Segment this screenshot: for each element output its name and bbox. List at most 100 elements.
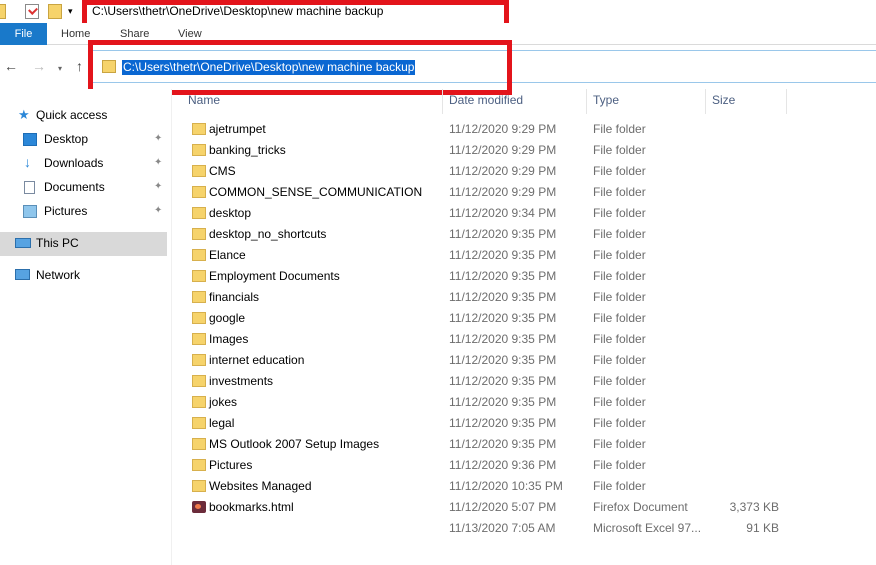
column-divider[interactable] (442, 89, 443, 114)
folder-icon (192, 459, 206, 471)
file-type: File folder (593, 311, 646, 325)
table-row[interactable]: financials 11/12/2020 9:35 PM File folder (186, 287, 786, 308)
table-row[interactable]: MS Outlook 2007 Setup Images 11/12/2020 9… (186, 434, 786, 455)
table-row[interactable]: desktop 11/12/2020 9:34 PM File folder (186, 203, 786, 224)
recent-locations-chevron-icon[interactable]: ▾ (58, 61, 62, 77)
file-name: CMS (209, 164, 236, 178)
file-date-modified: 11/12/2020 9:35 PM (449, 353, 557, 367)
table-row[interactable]: Employment Documents 11/12/2020 9:35 PM Fi… (186, 266, 786, 287)
file-name: jokes (209, 395, 238, 409)
back-arrow-icon[interactable]: ← (4, 58, 18, 74)
table-row[interactable]: 11/13/2020 7:05 AM Microsoft Excel 97... 9… (186, 518, 786, 539)
file-date-modified: 11/12/2020 9:35 PM (449, 227, 557, 241)
annotation-red-box-address (88, 40, 512, 95)
quick-access-toolbar-dropdown-icon[interactable]: ▾ (68, 6, 73, 16)
folder-icon[interactable] (0, 4, 6, 19)
file-date-modified: 11/12/2020 9:35 PM (449, 311, 557, 325)
tab-file[interactable]: File (0, 23, 47, 45)
folder-icon (192, 186, 206, 198)
file-date-modified: 11/12/2020 9:29 PM (449, 143, 557, 157)
desktop-icon (23, 133, 37, 146)
sidebar-item-label: Quick access (36, 108, 108, 122)
file-name: banking_tricks (209, 143, 286, 157)
file-type: File folder (593, 290, 646, 304)
file-type: File folder (593, 269, 646, 283)
sidebar-item-quick-access[interactable]: ★ Quick access (0, 104, 167, 126)
file-type: Firefox Document (593, 500, 688, 514)
file-type: File folder (593, 143, 646, 157)
tab-view[interactable]: View (178, 27, 202, 41)
folder-icon (192, 249, 206, 261)
pin-icon: ✦ (154, 133, 163, 144)
folder-icon (192, 354, 206, 366)
column-divider[interactable] (786, 89, 787, 114)
table-row[interactable]: Websites Managed 11/12/2020 10:35 PM File … (186, 476, 786, 497)
folder-icon (192, 144, 206, 156)
table-row[interactable]: Images 11/12/2020 9:35 PM File folder (186, 329, 786, 350)
table-row[interactable]: banking_tricks 11/12/2020 9:29 PM File fol… (186, 140, 786, 161)
file-type: File folder (593, 458, 646, 472)
properties-check-icon[interactable] (25, 4, 39, 19)
column-divider[interactable] (705, 89, 706, 114)
folder-icon (192, 438, 206, 450)
sidebar-item-desktop[interactable]: Desktop ✦ (0, 128, 167, 150)
sidebar-item-pictures[interactable]: Pictures ✦ (0, 200, 167, 222)
column-header-type[interactable]: Type (593, 89, 619, 114)
file-name: financials (209, 290, 260, 304)
forward-arrow-icon[interactable]: → (32, 58, 46, 74)
file-date-modified: 11/12/2020 9:35 PM (449, 437, 557, 451)
navigation-pane: ★ Quick access Desktop ✦ ↓ Downloads ✦ D… (0, 89, 172, 565)
table-row[interactable]: ajetrumpet 11/12/2020 9:29 PM File folder (186, 119, 786, 140)
table-row[interactable]: desktop_no_shortcuts 11/12/2020 9:35 PM Fi… (186, 224, 786, 245)
table-row[interactable]: legal 11/12/2020 9:35 PM File folder (186, 413, 786, 434)
sidebar-item-label: Desktop (44, 132, 89, 146)
sidebar-item-label: This PC (36, 236, 79, 250)
file-name: Employment Documents (209, 269, 340, 283)
file-date-modified: 11/12/2020 9:29 PM (449, 122, 557, 136)
file-size: 91 KB (746, 521, 779, 535)
sidebar-item-label: Network (36, 268, 81, 282)
folder-icon (192, 165, 206, 177)
table-row[interactable]: investments 11/12/2020 9:35 PM File folder (186, 371, 786, 392)
column-header-size[interactable]: Size (712, 89, 735, 114)
sidebar-item-downloads[interactable]: ↓ Downloads ✦ (0, 152, 167, 174)
table-row[interactable]: COMMON_SENSE_COMMUNICATION 11/12/2020 9:2… (186, 182, 786, 203)
new-folder-icon[interactable] (48, 4, 62, 19)
table-row[interactable]: jokes 11/12/2020 9:35 PM File folder (186, 392, 786, 413)
file-date-modified: 11/12/2020 9:35 PM (449, 248, 557, 262)
tab-home[interactable]: Home (61, 27, 90, 41)
table-row[interactable]: Elance 11/12/2020 9:35 PM File folder (186, 245, 786, 266)
table-row[interactable]: google 11/12/2020 9:35 PM File folder (186, 308, 786, 329)
file-name: google (209, 311, 246, 325)
sidebar-item-this-pc[interactable]: This PC (0, 232, 167, 254)
tab-share[interactable]: Share (120, 27, 149, 41)
table-row[interactable]: internet education 11/12/2020 9:35 PM File… (186, 350, 786, 371)
file-name: desktop_no_shortcuts (209, 227, 327, 241)
column-divider[interactable] (586, 89, 587, 114)
folder-icon (192, 291, 206, 303)
file-name: Websites Managed (209, 479, 312, 493)
folder-icon (192, 228, 206, 240)
pin-icon: ✦ (154, 181, 163, 192)
file-type: File folder (593, 479, 646, 493)
sidebar-item-network[interactable]: Network (0, 264, 167, 286)
file-date-modified: 11/12/2020 9:29 PM (449, 185, 557, 199)
folder-icon (192, 207, 206, 219)
star-icon: ★ (18, 107, 30, 122)
file-date-modified: 11/13/2020 7:05 AM (449, 521, 556, 535)
file-date-modified: 11/12/2020 9:35 PM (449, 290, 557, 304)
table-row[interactable]: CMS 11/12/2020 9:29 PM File folder (186, 161, 786, 182)
pin-icon: ✦ (154, 205, 163, 216)
table-row[interactable]: bookmarks.html 11/12/2020 5:07 PM Firefox … (186, 497, 786, 518)
folder-icon (192, 312, 206, 324)
file-type: File folder (593, 374, 646, 388)
up-arrow-icon[interactable]: ↑ (76, 58, 83, 74)
column-header-name[interactable]: Name (188, 89, 220, 114)
file-type: File folder (593, 395, 646, 409)
sidebar-item-documents[interactable]: Documents ✦ (0, 176, 167, 198)
file-type: File folder (593, 206, 646, 220)
table-row[interactable]: Pictures 11/12/2020 9:36 PM File folder (186, 455, 786, 476)
sidebar-item-label: Downloads (44, 156, 104, 170)
column-header-date-modified[interactable]: Date modified (449, 89, 523, 114)
file-name: legal (209, 416, 235, 430)
